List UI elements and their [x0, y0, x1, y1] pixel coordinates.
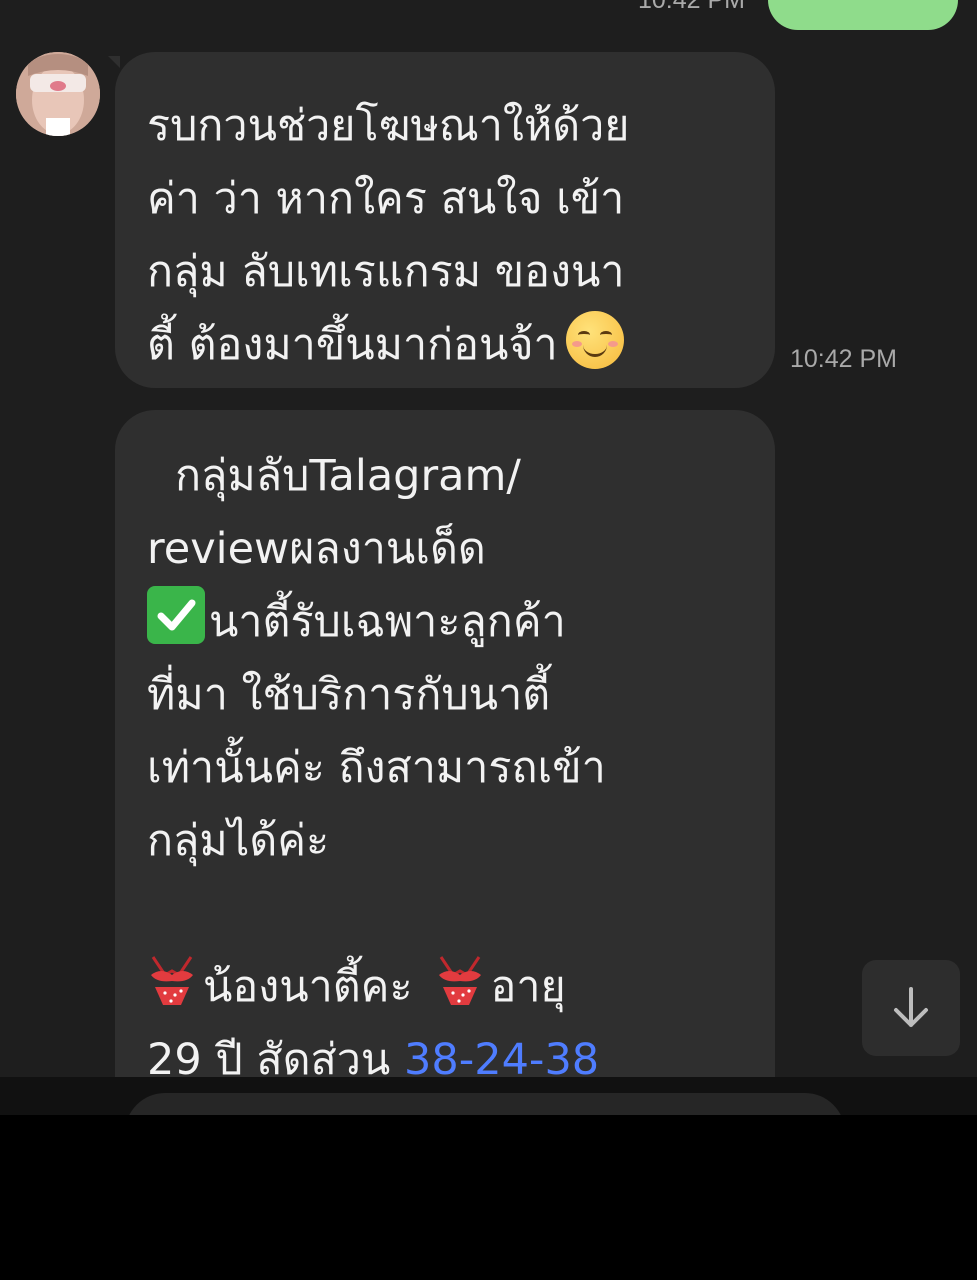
message-timestamp: 10:42 PM	[638, 0, 746, 14]
bubble-tail	[108, 56, 120, 68]
contact-avatar[interactable]	[16, 52, 100, 136]
bikini-icon	[438, 956, 481, 1005]
message-line: น้องนาตี้คะ อายุ	[147, 951, 755, 1024]
message-line-text: นาตี้รับเฉพาะลูกค้า	[209, 597, 566, 647]
message-input-bar	[0, 1077, 977, 1133]
message-line: กลุ่มลับTalagram/	[175, 451, 521, 501]
screen-bottom-area	[0, 1115, 977, 1280]
message-line: กลุ่ม ลับเทเรแกรม ของนา	[147, 247, 625, 297]
message-line: reviewผลงานเด็ด	[147, 524, 486, 574]
message-line: ค่า ว่า หากใคร สนใจ เข้า	[147, 174, 625, 224]
message-line: เท่านั้นค่ะ ถึงสามารถเข้า	[147, 743, 606, 793]
chat-area[interactable]: 10:42 PM รบกวนช่วยโฆษณาให้ด้วย ค่า ว่า ห…	[0, 0, 977, 1115]
arrow-down-icon	[894, 987, 928, 1027]
message-line: ที่มา ใช้บริการกับนาตี้	[147, 670, 551, 720]
message-line-text: ตี้ ต้องมาขึ้นมาก่อนจ้า	[147, 320, 558, 370]
message-line: รบกวนช่วยโฆษณาให้ด้วย	[147, 101, 630, 151]
message-line: นาตี้รับเฉพาะลูกค้า	[147, 586, 755, 659]
message-line: กลุ่มได้ค่ะ	[147, 816, 330, 866]
chat-screen: 10:42 PM รบกวนช่วยโฆษณาให้ด้วย ค่า ว่า ห…	[0, 0, 977, 1280]
smiling-face-icon	[565, 311, 624, 369]
incoming-message-bubble[interactable]: รบกวนช่วยโฆษณาให้ด้วย ค่า ว่า หากใคร สนใ…	[115, 52, 775, 388]
scroll-to-bottom-button[interactable]	[862, 960, 960, 1056]
message-line: ตี้ ต้องมาขึ้นมาก่อนจ้า	[147, 309, 755, 382]
outgoing-message-bubble[interactable]	[768, 0, 958, 30]
check-mark-button-icon	[147, 586, 205, 644]
message-timestamp: 10:42 PM	[790, 345, 898, 373]
bikini-icon	[151, 956, 193, 1005]
message-line-text: อายุ	[490, 962, 566, 1012]
message-line-text: น้องนาตี้คะ	[203, 962, 413, 1012]
avatar-image	[16, 52, 100, 136]
incoming-message-bubble[interactable]: กลุ่มลับTalagram/ reviewผลงานเด็ด นาตี้ร…	[115, 410, 775, 1115]
